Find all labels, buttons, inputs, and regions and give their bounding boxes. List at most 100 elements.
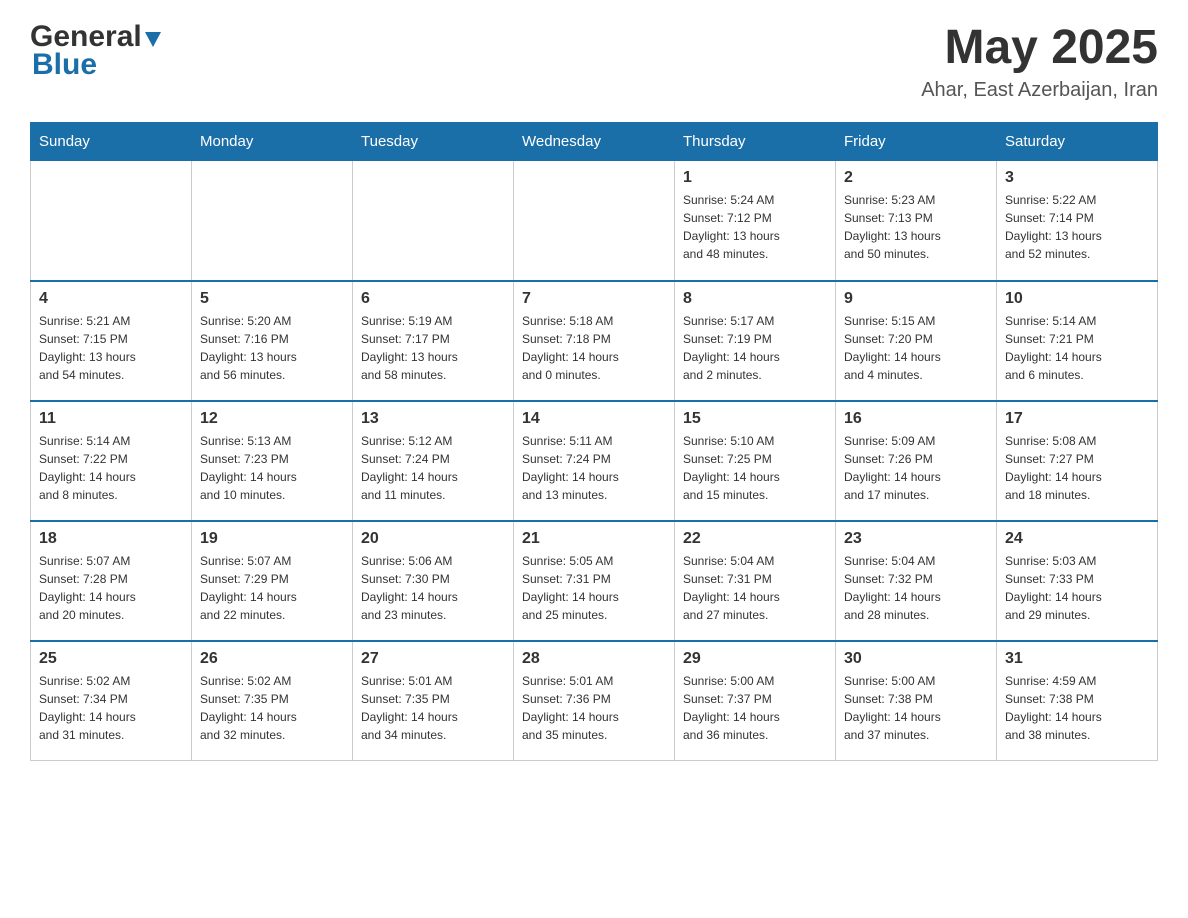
day-info: Sunrise: 5:09 AM Sunset: 7:26 PM Dayligh… [844,432,988,504]
day-number: 28 [522,650,666,668]
day-number: 21 [522,530,666,548]
day-number: 9 [844,290,988,308]
calendar-cell: 3 Sunrise: 5:22 AM Sunset: 7:14 PM Daylig… [997,161,1158,281]
day-info: Sunrise: 5:21 AM Sunset: 7:15 PM Dayligh… [39,312,183,384]
day-number: 23 [844,530,988,548]
weekday-header-wednesday: Wednesday [514,123,675,161]
calendar-cell: 9 Sunrise: 5:15 AM Sunset: 7:20 PM Daylig… [836,281,997,401]
calendar-cell: 26 Sunrise: 5:02 AM Sunset: 7:35 PM Dayli… [192,641,353,761]
calendar-cell: 29Sunrise: 5:00 AM Sunset: 7:37 PM Dayli… [675,641,836,761]
day-info: Sunrise: 5:02 AM Sunset: 7:35 PM Dayligh… [200,672,344,744]
calendar-cell: 21 Sunrise: 5:05 AM Sunset: 7:31 PM Dayli… [514,521,675,641]
day-number: 18 [39,530,183,548]
day-number: 16 [844,410,988,428]
day-number: 11 [39,410,183,428]
calendar-cell: 7 Sunrise: 5:18 AM Sunset: 7:18 PM Daylig… [514,281,675,401]
calendar-cell [31,161,192,281]
calendar-cell: 6 Sunrise: 5:19 AM Sunset: 7:17 PM Daylig… [353,281,514,401]
calendar-cell: 1 Sunrise: 5:24 AM Sunset: 7:12 PM Daylig… [675,161,836,281]
calendar-cell: 17Sunrise: 5:08 AM Sunset: 7:27 PM Dayli… [997,401,1158,521]
day-info: Sunrise: 5:08 AM Sunset: 7:27 PM Dayligh… [1005,432,1149,504]
day-info: Sunrise: 5:05 AM Sunset: 7:31 PM Dayligh… [522,552,666,624]
calendar-cell: 12 Sunrise: 5:13 AM Sunset: 7:23 PM Dayli… [192,401,353,521]
calendar-cell: 18 Sunrise: 5:07 AM Sunset: 7:28 PM Dayli… [31,521,192,641]
day-number: 20 [361,530,505,548]
day-info: Sunrise: 5:00 AM Sunset: 7:38 PM Dayligh… [844,672,988,744]
weekday-header-thursday: Thursday [675,123,836,161]
day-number: 30 [844,650,988,668]
calendar-cell: 11 Sunrise: 5:14 AM Sunset: 7:22 PM Dayli… [31,401,192,521]
day-info: Sunrise: 5:04 AM Sunset: 7:31 PM Dayligh… [683,552,827,624]
calendar-cell [192,161,353,281]
logo: General Blue [30,20,161,82]
calendar-cell [353,161,514,281]
day-info: Sunrise: 5:22 AM Sunset: 7:14 PM Dayligh… [1005,191,1149,263]
day-number: 14 [522,410,666,428]
calendar-cell: 23 Sunrise: 5:04 AM Sunset: 7:32 PM Dayli… [836,521,997,641]
day-info: Sunrise: 4:59 AM Sunset: 7:38 PM Dayligh… [1005,672,1149,744]
calendar-cell: 22 Sunrise: 5:04 AM Sunset: 7:31 PM Dayli… [675,521,836,641]
calendar-cell: 24Sunrise: 5:03 AM Sunset: 7:33 PM Dayli… [997,521,1158,641]
day-number: 4 [39,290,183,308]
page-header: General Blue May 2025 Ahar, East Azerbai… [30,20,1158,102]
day-number: 19 [200,530,344,548]
day-info: Sunrise: 5:06 AM Sunset: 7:30 PM Dayligh… [361,552,505,624]
day-info: Sunrise: 5:13 AM Sunset: 7:23 PM Dayligh… [200,432,344,504]
calendar-cell: 30 Sunrise: 5:00 AM Sunset: 7:38 PM Dayli… [836,641,997,761]
day-number: 3 [1005,169,1149,187]
logo-text-blue: Blue [32,48,97,82]
title-block: May 2025 Ahar, East Azerbaijan, Iran [921,20,1158,102]
calendar-cell: 8Sunrise: 5:17 AM Sunset: 7:19 PM Daylig… [675,281,836,401]
day-number: 10 [1005,290,1149,308]
calendar-cell [514,161,675,281]
day-number: 6 [361,290,505,308]
day-number: 26 [200,650,344,668]
day-number: 22 [683,530,827,548]
day-number: 27 [361,650,505,668]
location-subtitle: Ahar, East Azerbaijan, Iran [921,79,1158,102]
day-number: 2 [844,169,988,187]
calendar-cell: 28Sunrise: 5:01 AM Sunset: 7:36 PM Dayli… [514,641,675,761]
day-info: Sunrise: 5:02 AM Sunset: 7:34 PM Dayligh… [39,672,183,744]
calendar-table: SundayMondayTuesdayWednesdayThursdayFrid… [30,122,1158,761]
weekday-header-sunday: Sunday [31,123,192,161]
day-info: Sunrise: 5:10 AM Sunset: 7:25 PM Dayligh… [683,432,827,504]
calendar-cell: 20 Sunrise: 5:06 AM Sunset: 7:30 PM Dayli… [353,521,514,641]
day-number: 8 [683,290,827,308]
logo-triangle-icon [145,32,161,47]
day-info: Sunrise: 5:19 AM Sunset: 7:17 PM Dayligh… [361,312,505,384]
day-info: Sunrise: 5:15 AM Sunset: 7:20 PM Dayligh… [844,312,988,384]
day-info: Sunrise: 5:24 AM Sunset: 7:12 PM Dayligh… [683,191,827,263]
calendar-cell: 13 Sunrise: 5:12 AM Sunset: 7:24 PM Dayli… [353,401,514,521]
calendar-cell: 25Sunrise: 5:02 AM Sunset: 7:34 PM Dayli… [31,641,192,761]
day-info: Sunrise: 5:12 AM Sunset: 7:24 PM Dayligh… [361,432,505,504]
day-info: Sunrise: 5:20 AM Sunset: 7:16 PM Dayligh… [200,312,344,384]
day-number: 13 [361,410,505,428]
month-year-title: May 2025 [921,20,1158,75]
day-info: Sunrise: 5:11 AM Sunset: 7:24 PM Dayligh… [522,432,666,504]
day-number: 7 [522,290,666,308]
day-info: Sunrise: 5:01 AM Sunset: 7:35 PM Dayligh… [361,672,505,744]
day-number: 29 [683,650,827,668]
day-number: 24 [1005,530,1149,548]
day-info: Sunrise: 5:14 AM Sunset: 7:22 PM Dayligh… [39,432,183,504]
calendar-cell: 16 Sunrise: 5:09 AM Sunset: 7:26 PM Dayli… [836,401,997,521]
day-info: Sunrise: 5:18 AM Sunset: 7:18 PM Dayligh… [522,312,666,384]
calendar-cell: 10 Sunrise: 5:14 AM Sunset: 7:21 PM Dayli… [997,281,1158,401]
calendar-cell: 4 Sunrise: 5:21 AM Sunset: 7:15 PM Daylig… [31,281,192,401]
calendar-cell: 15 Sunrise: 5:10 AM Sunset: 7:25 PM Dayli… [675,401,836,521]
day-info: Sunrise: 5:04 AM Sunset: 7:32 PM Dayligh… [844,552,988,624]
day-number: 1 [683,169,827,187]
day-info: Sunrise: 5:07 AM Sunset: 7:29 PM Dayligh… [200,552,344,624]
day-number: 15 [683,410,827,428]
calendar-cell: 19 Sunrise: 5:07 AM Sunset: 7:29 PM Dayli… [192,521,353,641]
day-number: 31 [1005,650,1149,668]
day-info: Sunrise: 5:14 AM Sunset: 7:21 PM Dayligh… [1005,312,1149,384]
day-number: 5 [200,290,344,308]
day-info: Sunrise: 5:07 AM Sunset: 7:28 PM Dayligh… [39,552,183,624]
day-number: 12 [200,410,344,428]
day-info: Sunrise: 5:23 AM Sunset: 7:13 PM Dayligh… [844,191,988,263]
weekday-header-friday: Friday [836,123,997,161]
weekday-header-saturday: Saturday [997,123,1158,161]
calendar-cell: 27 Sunrise: 5:01 AM Sunset: 7:35 PM Dayli… [353,641,514,761]
